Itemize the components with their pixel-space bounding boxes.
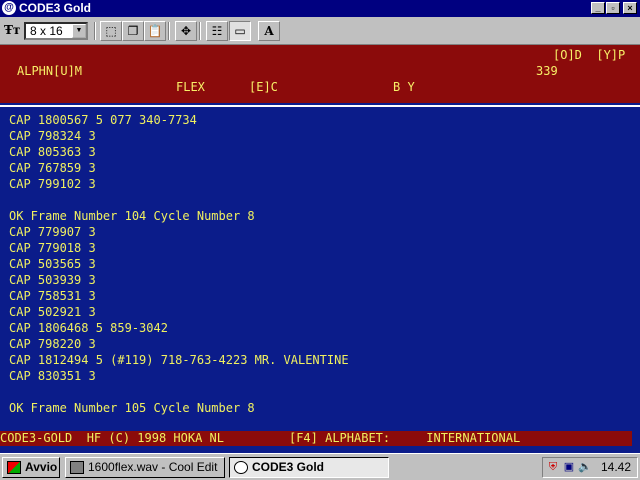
taskbar-item-code3-gold[interactable]: CODE3 Gold bbox=[229, 457, 389, 478]
output-line: CAP 779018 3 bbox=[9, 241, 96, 255]
font-size-select[interactable]: 8 x 16 ▼ bbox=[24, 22, 88, 40]
font-icon: Ŧт bbox=[4, 23, 21, 37]
output-line: CAP 830351 3 bbox=[9, 369, 96, 383]
taskbar-item-cool-edit[interactable]: 1600flex.wav - Cool Edit bbox=[65, 457, 225, 478]
status-bar: CODE3-GOLD HF (C) 1998 HOKA NL [F4] ALPH… bbox=[0, 431, 632, 446]
output-line: CAP 1812494 5 (#119) 718-763-4223 MR. VA… bbox=[9, 353, 349, 367]
copy-icon[interactable]: ❐ bbox=[122, 21, 144, 41]
start-button[interactable]: Avvio bbox=[2, 457, 60, 478]
windows-logo-icon bbox=[7, 461, 21, 474]
start-label: Avvio bbox=[25, 460, 58, 474]
header-flex: FLEX bbox=[176, 80, 205, 94]
minimize-button[interactable]: _ bbox=[591, 2, 605, 14]
header-ec: [E]C bbox=[249, 80, 278, 94]
header-count: 339 bbox=[536, 64, 558, 78]
close-button[interactable]: × bbox=[623, 2, 637, 14]
output-line: CAP 805363 3 bbox=[9, 145, 96, 159]
output-lines: CAP 1800567 5 077 340-7734 CAP 798324 3 … bbox=[9, 112, 349, 416]
output-line: OK Frame Number 104 Cycle Number 8 bbox=[9, 209, 255, 223]
properties-icon[interactable]: ☷ bbox=[206, 21, 228, 41]
output-line: CAP 798220 3 bbox=[9, 337, 96, 351]
background-icon[interactable]: ▭ bbox=[229, 21, 251, 41]
system-tray: ⛨ ▣ 🔈 14.42 bbox=[542, 457, 638, 478]
cool-edit-icon bbox=[70, 461, 84, 474]
output-line: CAP 799102 3 bbox=[9, 177, 96, 191]
toolbar-separator bbox=[199, 22, 201, 40]
code3-icon bbox=[234, 461, 248, 474]
toolbar-separator bbox=[94, 22, 96, 40]
task-label: 1600flex.wav - Cool Edit bbox=[88, 460, 218, 474]
monitor-icon[interactable]: ▣ bbox=[562, 461, 576, 474]
font-a-icon[interactable]: A bbox=[258, 21, 280, 41]
terminal-area[interactable]: [O]D [Y]P ALPHN[U]M 339 FLEX [E]C B Y CA… bbox=[0, 45, 640, 453]
output-line: CAP 779907 3 bbox=[9, 225, 96, 239]
output-line: CAP 767859 3 bbox=[9, 161, 96, 175]
output-line: CAP 502921 3 bbox=[9, 305, 96, 319]
toolbar-separator bbox=[168, 22, 170, 40]
output-line: CAP 503565 3 bbox=[9, 257, 96, 271]
clock[interactable]: 14.42 bbox=[601, 460, 631, 475]
fullscreen-icon[interactable]: ✥ bbox=[175, 21, 197, 41]
task-label: CODE3 Gold bbox=[252, 460, 325, 474]
output-line: CAP 1800567 5 077 340-7734 bbox=[9, 113, 197, 127]
output-line: CAP 758531 3 bbox=[9, 289, 96, 303]
paste-icon[interactable]: 📋 bbox=[144, 21, 166, 41]
output-line: CAP 1806468 5 859-3042 bbox=[9, 321, 168, 335]
app-icon[interactable]: @ bbox=[2, 1, 16, 15]
title-bar[interactable]: @ CODE3 Gold _ ▫ × bbox=[0, 0, 640, 17]
toolbar: Ŧт 8 x 16 ▼ ⬚ ❐ 📋 ✥ ☷ ▭ A bbox=[0, 17, 640, 45]
window-title: CODE3 Gold bbox=[19, 1, 92, 15]
shield-icon[interactable]: ⛨ bbox=[546, 461, 560, 474]
taskbar: Avvio 1600flex.wav - Cool Edit CODE3 Gol… bbox=[0, 453, 640, 480]
header-divider bbox=[0, 105, 640, 107]
output-line: OK Frame Number 105 Cycle Number 8 bbox=[9, 401, 255, 415]
header-by: B Y bbox=[393, 80, 415, 94]
output-line: CAP 798324 3 bbox=[9, 129, 96, 143]
chevron-down-icon[interactable]: ▼ bbox=[72, 24, 86, 38]
header-band: [O]D [Y]P ALPHN[U]M 339 FLEX [E]C B Y bbox=[0, 45, 640, 103]
header-od-yp: [O]D [Y]P bbox=[553, 48, 626, 62]
maximize-button[interactable]: ▫ bbox=[606, 2, 620, 14]
font-size-value: 8 x 16 bbox=[30, 24, 63, 38]
select-icon[interactable]: ⬚ bbox=[100, 21, 122, 41]
output-line: CAP 503939 3 bbox=[9, 273, 96, 287]
header-alphanum: ALPHN[U]M bbox=[17, 64, 83, 78]
speaker-icon[interactable]: 🔈 bbox=[578, 461, 592, 474]
